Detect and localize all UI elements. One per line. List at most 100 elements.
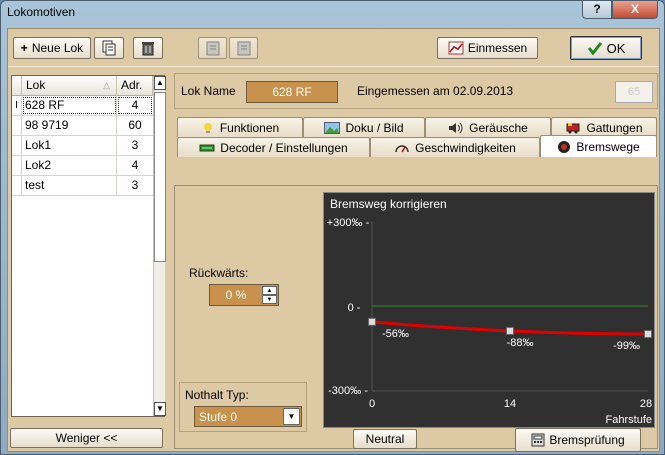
einmessen-button[interactable]: Einmessen [437, 37, 538, 59]
spin-down-icon[interactable]: ▼ [262, 295, 277, 304]
einmessen-label: Einmessen [467, 41, 528, 55]
cell-lok: Lok2 [22, 156, 117, 175]
lokomotiven-window: Lokomotiven ? X + Neue Lok Einmessen OK … [0, 0, 665, 455]
tab-bremswege[interactable]: Bremswege [540, 135, 657, 157]
tab-gattungen[interactable]: Gattungen [551, 117, 657, 137]
measure-icon [448, 41, 464, 55]
lok-name-field[interactable]: 628 RF [246, 81, 338, 103]
title-bar: Lokomotiven ? X [1, 1, 664, 23]
lok-name-bar: Lok Name 628 RF Eingemessen am 02.09.201… [174, 73, 658, 109]
speaker-icon [449, 122, 463, 133]
ok-button[interactable]: OK [570, 36, 642, 60]
new-lok-button[interactable]: + Neue Lok [13, 37, 91, 59]
tab-geraeusche[interactable]: Geräusche [425, 117, 551, 137]
tab-doku-bild[interactable]: Doku / Bild [303, 117, 425, 137]
scroll-thumb[interactable] [154, 92, 166, 262]
tab-decoder-einstellungen[interactable]: Decoder / Einstellungen [177, 137, 370, 157]
lok-detail-area: Lok Name 628 RF Eingemessen am 02.09.201… [174, 73, 658, 452]
bremspruefung-label: Bremsprüfung [549, 433, 625, 447]
export-button[interactable] [229, 37, 258, 59]
copy-button[interactable] [94, 37, 124, 59]
tab-label: Decoder / Einstellungen [220, 140, 348, 155]
cell-adr: 3 [131, 178, 139, 192]
cell-lok: Lok1 [22, 136, 117, 155]
table-row[interactable]: Lok1 3 [12, 136, 153, 156]
x-tick-label: 28 [640, 398, 652, 410]
table-header-lok[interactable]: Lok △ [22, 76, 117, 96]
table-scrollbar[interactable]: ▲ ▼ [153, 76, 166, 416]
rueckwaerts-spinner[interactable]: 0 % ▲ ▼ [209, 284, 279, 306]
plus-icon: + [20, 41, 28, 55]
neutral-button[interactable]: Neutral [353, 429, 417, 449]
data-point[interactable] [368, 317, 376, 326]
x-axis-label: Fahrstufe [606, 414, 652, 426]
table-row[interactable]: Lok2 4 [12, 156, 153, 176]
row-indicator [12, 116, 22, 135]
cell-adr: 60 [128, 118, 142, 132]
lok-name-label: Lok Name [181, 84, 236, 98]
train-icon [566, 122, 580, 133]
tab-geschwindigkeiten[interactable]: Geschwindigkeiten [370, 137, 540, 157]
client-area: + Neue Lok Einmessen OK Lok △ Adr. I 628… [7, 28, 660, 452]
tab-label: Gattungen [586, 120, 643, 135]
y-tick-label: 0 - [348, 302, 361, 314]
nothalt-value: Stufe 0 [199, 410, 238, 424]
bulb-icon [203, 122, 212, 133]
table-row[interactable]: 98 9719 60 [12, 116, 153, 136]
data-label: -56‰ [382, 328, 409, 340]
row-indicator [12, 176, 22, 195]
close-button[interactable]: X [612, 1, 658, 19]
cell-adr: 4 [117, 96, 153, 115]
nothalt-label: Nothalt Typ: [185, 388, 249, 402]
new-lok-label: Neue Lok [31, 41, 84, 55]
cell-adr: 3 [131, 138, 139, 152]
chip-icon [199, 144, 215, 151]
export-icon [237, 41, 250, 56]
table-header-adr[interactable]: Adr. [117, 76, 153, 96]
cell-lok: test [22, 176, 117, 195]
rueckwaerts-label: Rückwärts: [189, 266, 249, 280]
weniger-button[interactable]: Weniger << [10, 428, 163, 448]
bremswege-panel: Rückwärts: 0 % ▲ ▼ Nothalt Typ: Stufe 0 … [174, 185, 658, 452]
checkmark-icon [587, 42, 602, 55]
tab-label: Bremswege [576, 139, 640, 154]
table-row[interactable]: I 628 RF 4 [12, 96, 153, 116]
help-button[interactable]: ? [582, 1, 612, 19]
ok-label: OK [606, 40, 626, 56]
tab-label: Geräusche [469, 120, 528, 135]
data-label: -99‰ [613, 340, 640, 352]
scroll-down-icon[interactable]: ▼ [154, 402, 166, 416]
data-point[interactable] [506, 326, 514, 335]
tab-funktionen[interactable]: Funktionen [177, 117, 303, 137]
row-indicator [12, 136, 22, 155]
tab-label: Funktionen [219, 120, 280, 135]
rueckwaerts-value: 0 % [225, 288, 247, 302]
lok-table: Lok △ Adr. I 628 RF 4 98 9719 60 Lok1 3 [11, 75, 166, 417]
bremspruefung-button[interactable]: Bremsprüfung [515, 428, 641, 452]
toolbar-separator [8, 66, 659, 67]
lok-header-label: Lok [26, 78, 46, 92]
chart-svg[interactable]: Bremsweg korrigieren +300‰ - 0 - -300‰ -… [324, 193, 656, 429]
sort-icon: △ [103, 80, 110, 90]
nothalt-select[interactable]: Stufe 0 ▼ [194, 406, 302, 427]
window-title: Lokomotiven [7, 5, 76, 19]
y-tick-label: +300‰ - [327, 217, 370, 229]
lok-id-box: 65 [615, 81, 653, 103]
scroll-up-icon[interactable]: ▲ [154, 76, 166, 90]
tab-label: Geschwindigkeiten [415, 140, 516, 155]
cell-adr: 4 [131, 158, 139, 172]
table-row[interactable]: test 3 [12, 176, 153, 196]
row-indicator [12, 156, 22, 175]
chart-title: Bremsweg korrigieren [330, 197, 447, 211]
import-icon [206, 41, 219, 56]
spin-up-icon[interactable]: ▲ [262, 286, 277, 295]
delete-button[interactable] [133, 37, 163, 59]
data-point[interactable] [644, 330, 652, 339]
bremsweg-chart: Bremsweg korrigieren +300‰ - 0 - -300‰ -… [323, 192, 655, 428]
import-button[interactable] [198, 37, 227, 59]
speedometer-icon [395, 144, 409, 152]
chevron-down-icon[interactable]: ▼ [283, 408, 300, 425]
tab-label: Doku / Bild [345, 120, 404, 135]
y-tick-label: -300‰ - [328, 385, 368, 397]
table-header-indicator [12, 76, 22, 96]
